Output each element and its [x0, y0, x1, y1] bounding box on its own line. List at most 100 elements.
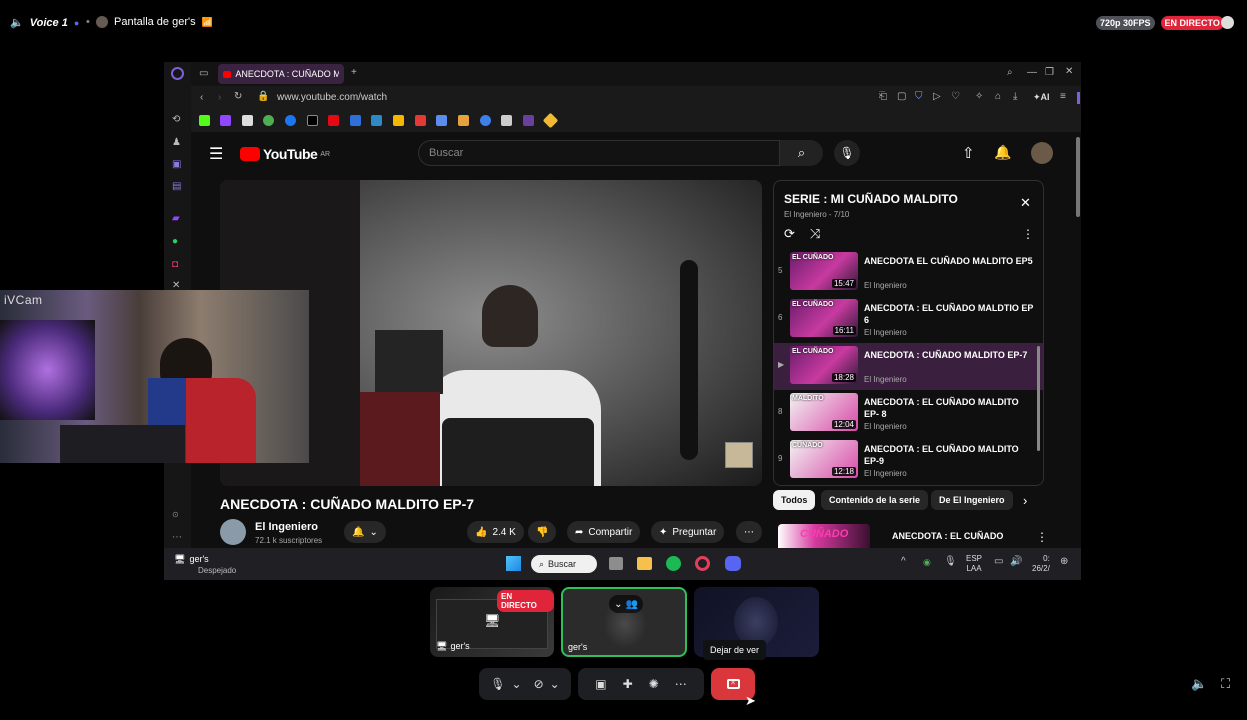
volume-icon[interactable]: 🔊	[1010, 556, 1022, 567]
heart-icon[interactable]: ♡	[951, 91, 960, 102]
opera-gx-icon[interactable]	[695, 556, 710, 571]
zoom-icon[interactable]: ⊕	[1060, 556, 1068, 567]
menu-icon[interactable]: ≡	[1060, 91, 1066, 102]
back-icon[interactable]: ‹	[200, 92, 203, 103]
playlist-item[interactable]: 8 MALDITO 12:04 ANECDOTA : EL CUÑADO MALD…	[774, 390, 1043, 437]
ask-button[interactable]: ✦ Preguntar	[651, 521, 725, 543]
soundboard-icon[interactable]: ✺	[649, 677, 659, 691]
voice-search-button[interactable]: 🎙	[834, 140, 860, 166]
page-scrollbar[interactable]	[1076, 137, 1080, 217]
chat-icon[interactable]	[1221, 16, 1234, 29]
bookmark-14-icon[interactable]	[480, 115, 491, 126]
loop-icon[interactable]: ⟳	[784, 226, 795, 242]
bookmark-9-icon[interactable]	[371, 115, 382, 126]
spotify-icon[interactable]	[666, 556, 681, 571]
search-button[interactable]: ⌕	[780, 140, 823, 166]
voice-channel[interactable]: 🔈 Voice 1 ●	[10, 16, 79, 30]
taskbar-search[interactable]: ⌕ Buscar	[531, 555, 597, 573]
channel-name[interactable]: El Ingeniero	[255, 521, 318, 533]
volume-control-icon[interactable]: 🔈	[1191, 676, 1207, 692]
x-bookmark-icon[interactable]	[307, 115, 318, 126]
windows-start-icon[interactable]	[506, 556, 521, 571]
bookmark-8-icon[interactable]	[350, 115, 361, 126]
fullscreen-icon[interactable]: ⛶	[1221, 676, 1230, 692]
workspace-icon[interactable]: ▤	[172, 181, 181, 192]
tray-app-icon[interactable]: ◉	[923, 557, 931, 568]
youtube-logo[interactable]: YouTube AR	[240, 146, 330, 162]
search-input[interactable]: Buscar	[418, 140, 780, 166]
dislike-button[interactable]: 👎	[528, 521, 557, 543]
facebook-bookmark-icon[interactable]	[285, 115, 296, 126]
bookmark-11-icon[interactable]	[415, 115, 426, 126]
kick-bookmark-icon[interactable]	[199, 115, 210, 126]
chips-next-icon[interactable]: ›	[1023, 493, 1027, 508]
cast-icon[interactable]: ▢	[897, 91, 906, 102]
aria-icon[interactable]: ♟	[172, 137, 181, 148]
close-playlist-icon[interactable]: ✕	[1020, 195, 1031, 211]
participant-tile-screen[interactable]: 🖥 EN DIRECTO 🖥 ger's	[430, 587, 554, 657]
bookmark-3-icon[interactable]	[242, 115, 253, 126]
notifications-icon[interactable]: 🔔	[994, 144, 1011, 161]
search-tabs-icon[interactable]: ⌕	[1007, 67, 1013, 78]
bookmark-13-icon[interactable]	[458, 115, 469, 126]
extensions-icon[interactable]: ✧	[975, 91, 983, 102]
aria-ai-button[interactable]: ✦AI	[1033, 92, 1050, 103]
history-icon[interactable]: ⟲	[172, 114, 180, 125]
hamburger-icon[interactable]: ☰	[209, 144, 223, 164]
file-explorer-icon[interactable]	[637, 557, 652, 570]
playlist-item[interactable]: 5 EL CUÑADO 15:47 ANECDOTA EL CUÑADO MALD…	[774, 249, 1043, 296]
account-avatar[interactable]	[1031, 142, 1053, 164]
bookmark-4-icon[interactable]	[263, 115, 274, 126]
close-window-icon[interactable]: ✕	[1065, 66, 1073, 77]
subscribe-bell-button[interactable]: 🔔 ⌄	[344, 521, 386, 543]
bookmark-16-icon[interactable]	[523, 115, 534, 126]
share-button[interactable]: ➦ Compartir	[567, 521, 641, 543]
more-options-icon[interactable]: ⋯	[675, 677, 687, 691]
binance-bookmark-icon[interactable]	[542, 112, 559, 129]
mic-options-chevron-icon[interactable]: ⌄	[512, 677, 522, 691]
maximize-icon[interactable]: ❐	[1045, 67, 1054, 78]
opera-logo-icon[interactable]	[171, 67, 184, 80]
forward-icon[interactable]: ›	[218, 92, 221, 103]
recommendation-title[interactable]: ANECDOTA : EL CUÑADO	[892, 531, 1003, 541]
channel-avatar[interactable]	[220, 519, 246, 545]
chip-from-channel[interactable]: De El Ingeniero	[931, 490, 1013, 510]
shuffle-icon[interactable]: ⤨	[810, 226, 820, 242]
recommendation-thumbnail[interactable]: CUÑADO	[778, 524, 870, 548]
chip-all[interactable]: Todos	[773, 490, 816, 510]
discord-icon[interactable]	[725, 556, 741, 571]
bookmark-10-icon[interactable]	[393, 115, 404, 126]
wallet-icon[interactable]: ⌂	[995, 91, 1001, 102]
playlist-item[interactable]: 6 EL CUÑADO 16:11 ANECDOTA : EL CUÑADO MA…	[774, 296, 1043, 343]
playlist-scrollbar[interactable]	[1037, 346, 1040, 451]
weather-widget[interactable]: Despejado	[198, 566, 236, 575]
clock[interactable]: 0: 26/2/	[1032, 554, 1050, 574]
minimize-icon[interactable]: —	[1027, 67, 1037, 78]
language-indicator[interactable]: ESP LAA	[966, 554, 982, 574]
activities-icon[interactable]: ✚	[623, 677, 633, 691]
reload-icon[interactable]: ↻	[234, 91, 242, 102]
microphone-icon[interactable]: 🎙	[490, 677, 505, 691]
flow-icon[interactable]: ▷	[933, 91, 941, 102]
shield-icon[interactable]: ⛉	[915, 91, 923, 102]
new-tab-button[interactable]: +	[351, 67, 357, 78]
chip-series-content[interactable]: Contenido de la serie	[821, 490, 929, 510]
upload-icon[interactable]: ⇧	[962, 144, 975, 162]
tab-youtube[interactable]: ANECDOTA : CUÑADO MA	[218, 64, 344, 84]
recommendation-menu-icon[interactable]: ⋮	[1036, 530, 1048, 544]
task-view-icon[interactable]	[609, 557, 623, 570]
playlist-item-current[interactable]: ▶ EL CUÑADO 18:28 ANECDOTA : CUÑADO MALDI…	[774, 343, 1043, 390]
like-button[interactable]: 👍 2.4 K	[467, 521, 524, 543]
download-icon[interactable]: ⤓	[1013, 91, 1017, 102]
playlist-menu-icon[interactable]: ⋮	[1022, 227, 1034, 241]
url-field[interactable]: www.youtube.com/watch	[277, 92, 387, 103]
tile-options[interactable]: ⌄ 👥	[609, 595, 643, 613]
snapshot-icon[interactable]: ⎗	[879, 91, 887, 102]
share-screen-icon[interactable]: ▣	[595, 677, 606, 691]
camera-off-icon[interactable]: ⊘	[534, 677, 544, 691]
twitch-icon[interactable]: ▰	[172, 213, 180, 224]
sidebar-extra-icon[interactable]: ⊙	[172, 510, 179, 519]
tray-mic-icon[interactable]: 🎙	[944, 556, 957, 567]
playlist-item[interactable]: 9 CUÑADO 12:18 ANECDOTA : EL CUÑADO MALDI…	[774, 437, 1043, 484]
sidebar-more-icon[interactable]: ⋯	[172, 532, 182, 543]
